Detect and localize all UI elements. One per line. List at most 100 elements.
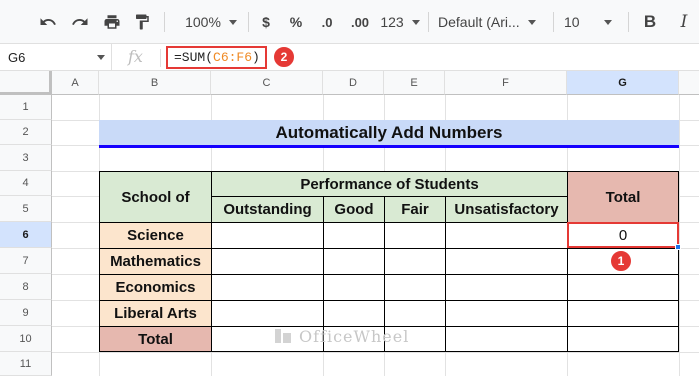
table-cell[interactable] [211, 300, 324, 327]
column-header-c[interactable]: C [211, 71, 323, 95]
row-header-7[interactable]: 7 [0, 248, 52, 274]
currency-format-button[interactable]: $ [256, 0, 276, 44]
table-cell[interactable] [323, 300, 385, 327]
subject-liberal-arts[interactable]: Liberal Arts [99, 300, 212, 327]
formula-prefix: =SUM( [174, 50, 214, 65]
undo-icon[interactable] [36, 0, 60, 44]
total-header[interactable]: Total [567, 171, 679, 223]
table-cell[interactable] [211, 222, 324, 249]
number-format-label: 123 [380, 14, 404, 30]
table-cell[interactable] [567, 274, 679, 301]
table-cell[interactable] [211, 274, 324, 301]
table-cell[interactable] [445, 222, 568, 249]
chevron-down-icon [603, 19, 612, 25]
chevron-down-icon [527, 19, 536, 25]
title-underline [99, 145, 679, 148]
subject-mathematics[interactable]: Mathematics [99, 248, 212, 275]
formula-range: C6:F6 [213, 50, 253, 65]
gridline [52, 352, 699, 353]
chevron-down-icon [228, 19, 237, 25]
table-cell[interactable] [384, 248, 446, 275]
table-cell[interactable] [384, 300, 446, 327]
chevron-down-icon [97, 55, 105, 60]
row-header-6[interactable]: 6 [0, 222, 52, 248]
font-size-select[interactable]: 10 [564, 0, 620, 44]
toolbar-separator [428, 12, 429, 32]
total-row-label[interactable]: Total [99, 326, 212, 352]
category-outstanding[interactable]: Outstanding [211, 196, 324, 223]
number-format-select[interactable]: 123 [378, 0, 422, 44]
row-header-9[interactable]: 9 [0, 300, 52, 326]
redo-icon[interactable] [68, 0, 92, 44]
toolbar-separator [628, 12, 629, 32]
italic-button[interactable]: I [672, 0, 696, 44]
table-cell[interactable] [323, 274, 385, 301]
watermark: OfficeWheel [273, 326, 409, 346]
column-header-blank [679, 71, 699, 95]
paint-format-icon[interactable] [130, 0, 154, 44]
increase-decimal-button[interactable]: .00 [346, 0, 374, 44]
formula-separator [160, 49, 161, 67]
subject-economics[interactable]: Economics [99, 274, 212, 301]
row-header-11[interactable]: 11 [0, 352, 52, 376]
name-box[interactable]: G6 [0, 44, 112, 71]
row-header-4[interactable]: 4 [0, 171, 52, 196]
column-header-f[interactable]: F [445, 71, 567, 95]
table-cell[interactable] [567, 300, 679, 327]
row-header-3[interactable]: 3 [0, 145, 52, 171]
table-cell[interactable] [445, 274, 568, 301]
row-header-5[interactable]: 5 [0, 196, 52, 222]
row-header-10[interactable]: 10 [0, 326, 52, 352]
fill-handle[interactable] [675, 244, 681, 250]
formula-input[interactable]: =SUM(C6:F6) [166, 46, 267, 69]
step-badge-1: 1 [610, 250, 632, 272]
school-of-header[interactable]: School of [99, 171, 212, 223]
column-header-e[interactable]: E [384, 71, 445, 95]
bold-button[interactable]: B [638, 0, 662, 44]
gridline [679, 95, 680, 376]
formula-suffix: ) [252, 50, 260, 65]
column-header-a[interactable]: A [52, 71, 99, 95]
table-cell[interactable] [384, 222, 446, 249]
function-icon: fx [128, 47, 143, 66]
toolbar-separator [553, 12, 554, 32]
category-good[interactable]: Good [323, 196, 385, 223]
table-cell[interactable] [445, 300, 568, 327]
toolbar-separator [164, 12, 165, 32]
table-cell[interactable] [567, 326, 679, 352]
sheet-title[interactable]: Automatically Add Numbers [99, 120, 679, 145]
zoom-value: 100% [185, 14, 221, 30]
subject-science[interactable]: Science [99, 222, 212, 249]
table-cell[interactable] [445, 326, 568, 352]
row-header-2[interactable]: 2 [0, 120, 52, 145]
font-family-select[interactable]: Default (Ari... [438, 0, 548, 44]
selected-cell-g6[interactable]: 0 [567, 222, 679, 248]
column-header-d[interactable]: D [323, 71, 384, 95]
column-header-g[interactable]: G [567, 71, 679, 95]
toolbar-separator [248, 12, 249, 32]
font-family-value: Default (Ari... [438, 14, 520, 30]
step-badge-2: 2 [273, 46, 295, 68]
row-header-1[interactable]: 1 [0, 95, 52, 120]
decrease-decimal-button[interactable]: .0 [314, 0, 340, 44]
table-cell[interactable] [384, 274, 446, 301]
print-icon[interactable] [100, 0, 124, 44]
font-size-value: 10 [564, 14, 580, 30]
table-cell[interactable] [323, 248, 385, 275]
zoom-select[interactable]: 100% [178, 0, 244, 44]
row-header-8[interactable]: 8 [0, 274, 52, 300]
table-cell[interactable] [211, 248, 324, 275]
performance-header[interactable]: Performance of Students [211, 171, 568, 197]
category-unsatisfactory[interactable]: Unsatisfactory [445, 196, 568, 223]
watermark-logo-icon [275, 329, 291, 343]
column-header-b[interactable]: B [99, 71, 211, 95]
table-cell[interactable] [323, 222, 385, 249]
toolbar: 100% $ % .0 .00 123 Default (Ari... 10 B… [0, 0, 699, 44]
table-cell[interactable] [445, 248, 568, 275]
select-all-corner[interactable] [0, 71, 52, 95]
name-box-value: G6 [8, 50, 26, 65]
spreadsheet-window: 100% $ % .0 .00 123 Default (Ari... 10 B… [0, 0, 699, 376]
formula-bar: G6 fx =SUM(C6:F6) 2 [0, 44, 699, 71]
percent-format-button[interactable]: % [286, 0, 306, 44]
category-fair[interactable]: Fair [384, 196, 446, 223]
